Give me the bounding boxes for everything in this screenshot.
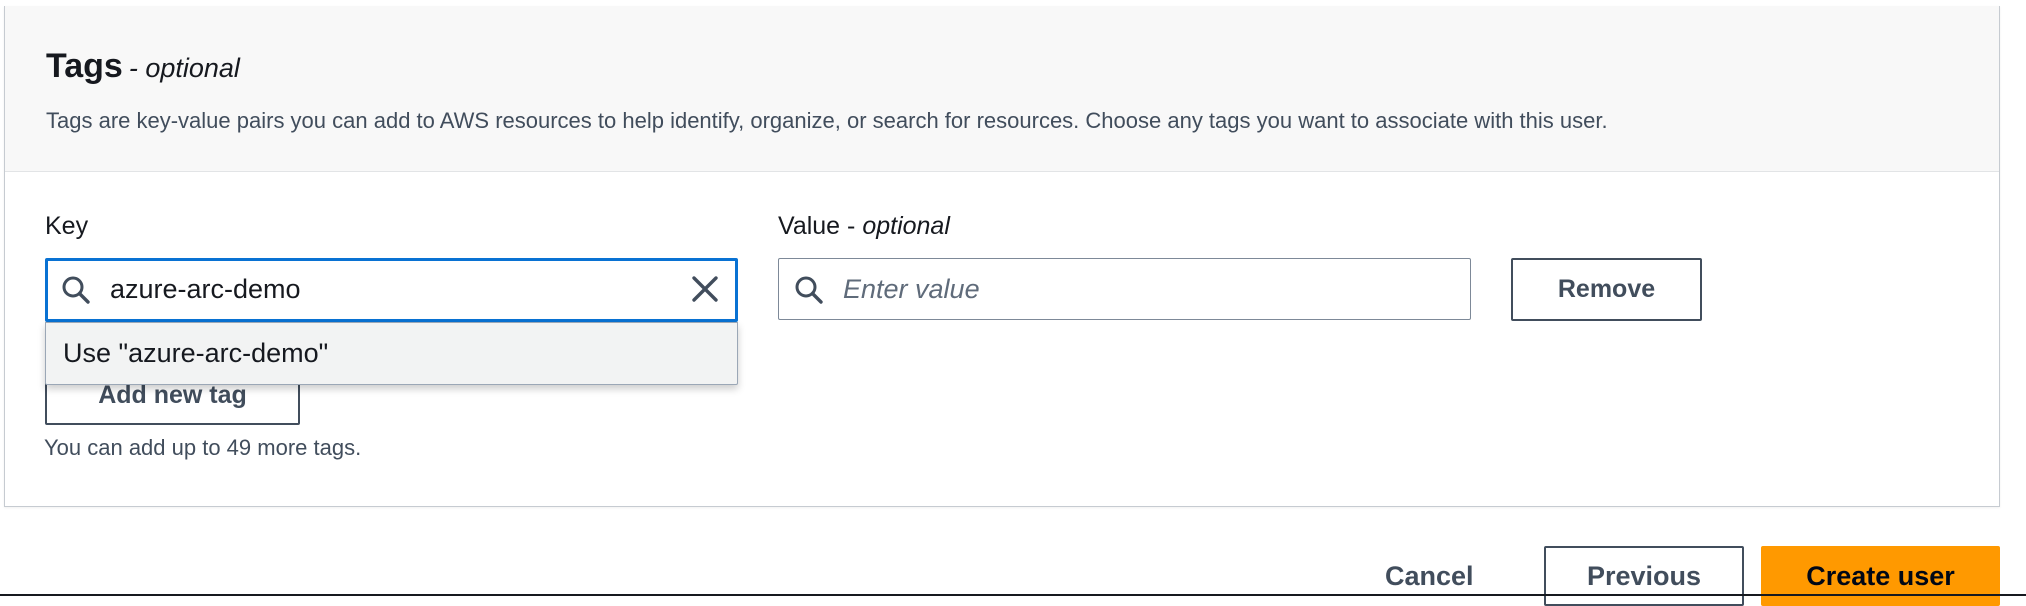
remove-button[interactable]: Remove: [1511, 258, 1702, 321]
section-description: Tags are key-value pairs you can add to …: [46, 108, 1608, 133]
cancel-button[interactable]: Cancel: [1385, 556, 1474, 596]
suggestion-use-value[interactable]: Use "azure-arc-demo": [63, 323, 328, 383]
value-label: Value - optional: [778, 212, 950, 240]
value-input-placeholder: Enter value: [843, 274, 980, 304]
panel-header: Tags - optional Tags are key-value pairs …: [5, 6, 1999, 172]
create-user-button[interactable]: Create user: [1761, 546, 2000, 606]
tag-limit-hint: You can add up to 49 more tags.: [44, 435, 362, 460]
search-icon: [62, 276, 90, 304]
value-input[interactable]: Enter value: [778, 258, 1471, 320]
key-input-value: azure-arc-demo: [110, 274, 301, 304]
close-icon[interactable]: [689, 273, 721, 305]
key-suggestion-dropdown: Use "azure-arc-demo": [45, 322, 738, 385]
section-title: Tags - optional: [46, 47, 240, 85]
value-optional-suffix: optional: [862, 212, 950, 240]
search-icon: [795, 276, 823, 304]
key-label: Key: [45, 212, 89, 240]
tags-panel: Tags - optional Tags are key-value pairs …: [4, 6, 2000, 507]
key-input[interactable]: azure-arc-demo: [45, 258, 738, 322]
title-optional-suffix: - optional: [128, 53, 240, 83]
previous-button[interactable]: Previous: [1544, 546, 1744, 606]
